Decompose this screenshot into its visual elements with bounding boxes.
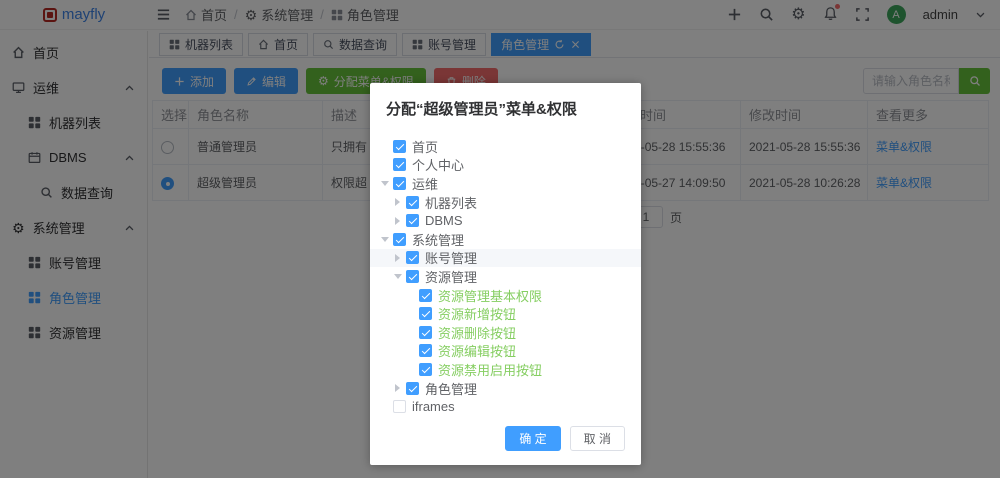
- tree-node-resource-base-perm[interactable]: 资源管理基本权限: [370, 286, 641, 305]
- caret-right-icon[interactable]: [391, 382, 404, 395]
- tree-node-resource-add-btn[interactable]: 资源新增按钮: [370, 304, 641, 323]
- checkbox-unchecked[interactable]: [393, 400, 406, 414]
- checkbox-checked[interactable]: [406, 381, 419, 395]
- cancel-button[interactable]: 取 消: [569, 426, 625, 451]
- tree-node-resource-delete-btn[interactable]: 资源删除按钮: [370, 323, 641, 342]
- tree-node-label: 账号管理: [425, 251, 478, 267]
- confirm-button[interactable]: 确 定: [505, 426, 561, 451]
- checkbox-checked[interactable]: [393, 139, 406, 153]
- tree-node-resource[interactable]: 资源管理: [370, 267, 641, 286]
- checkbox-checked[interactable]: [406, 214, 419, 228]
- checkbox-checked[interactable]: [419, 288, 432, 302]
- tree-node-label: 机器列表: [425, 195, 478, 211]
- tree-node-label: 资源管理: [425, 269, 478, 285]
- tree-node-label: 资源新增按钮: [438, 307, 517, 323]
- tree-node-dbms[interactable]: DBMS: [370, 211, 641, 230]
- caret-right-icon[interactable]: [391, 251, 404, 264]
- checkbox-checked[interactable]: [419, 344, 432, 358]
- checkbox-checked[interactable]: [393, 232, 406, 246]
- tree-node-label: 首页: [412, 139, 439, 155]
- checkbox-checked[interactable]: [393, 176, 406, 190]
- dialog-title: 分配“超级管理员”菜单&权限: [386, 101, 577, 118]
- dialog-footer: 确 定 取 消: [370, 416, 641, 465]
- caret-right-icon[interactable]: [391, 214, 404, 227]
- tree-node-label: 运维: [412, 176, 439, 192]
- permission-tree: 首页 个人中心 运维 机器列表 DBMS 系统管理 账号管理 资源管理 资源管理…: [370, 129, 641, 416]
- checkbox-checked[interactable]: [419, 325, 432, 339]
- tree-node-label: DBMS: [425, 213, 463, 229]
- tree-node-label: 个人中心: [412, 158, 465, 174]
- tree-node-label: 资源编辑按钮: [438, 344, 517, 360]
- checkbox-checked[interactable]: [406, 269, 419, 283]
- checkbox-checked[interactable]: [393, 158, 406, 172]
- tree-node-label: 资源禁用启用按钮: [438, 362, 543, 378]
- checkbox-checked[interactable]: [406, 251, 419, 265]
- tree-node-resource-disable-btn[interactable]: 资源禁用启用按钮: [370, 360, 641, 379]
- tree-node-label: 资源管理基本权限: [438, 288, 543, 304]
- tree-node-machine-list[interactable]: 机器列表: [370, 193, 641, 212]
- tree-node-iframes[interactable]: iframes: [370, 397, 641, 416]
- caret-down-icon[interactable]: [391, 270, 404, 283]
- tree-node-account[interactable]: 账号管理: [370, 248, 641, 268]
- tree-node-label: 资源删除按钮: [438, 325, 517, 341]
- tree-node-home[interactable]: 首页: [370, 137, 641, 156]
- checkbox-checked[interactable]: [419, 362, 432, 376]
- caret-down-icon[interactable]: [378, 177, 391, 190]
- tree-node-resource-edit-btn[interactable]: 资源编辑按钮: [370, 342, 641, 361]
- tree-node-role[interactable]: 角色管理: [370, 379, 641, 398]
- checkbox-checked[interactable]: [406, 195, 419, 209]
- caret-down-icon[interactable]: [378, 233, 391, 246]
- tree-node-system[interactable]: 系统管理: [370, 230, 641, 249]
- tree-node-personal-center[interactable]: 个人中心: [370, 156, 641, 175]
- tree-node-ops[interactable]: 运维: [370, 174, 641, 193]
- assign-permission-dialog: 分配“超级管理员”菜单&权限 首页 个人中心 运维 机器列表 DBMS 系统管理…: [370, 83, 641, 465]
- tree-node-label: 角色管理: [425, 381, 478, 397]
- checkbox-checked[interactable]: [419, 307, 432, 321]
- tree-node-label: 系统管理: [412, 232, 465, 248]
- tree-node-label: iframes: [412, 399, 455, 415]
- caret-right-icon[interactable]: [391, 196, 404, 209]
